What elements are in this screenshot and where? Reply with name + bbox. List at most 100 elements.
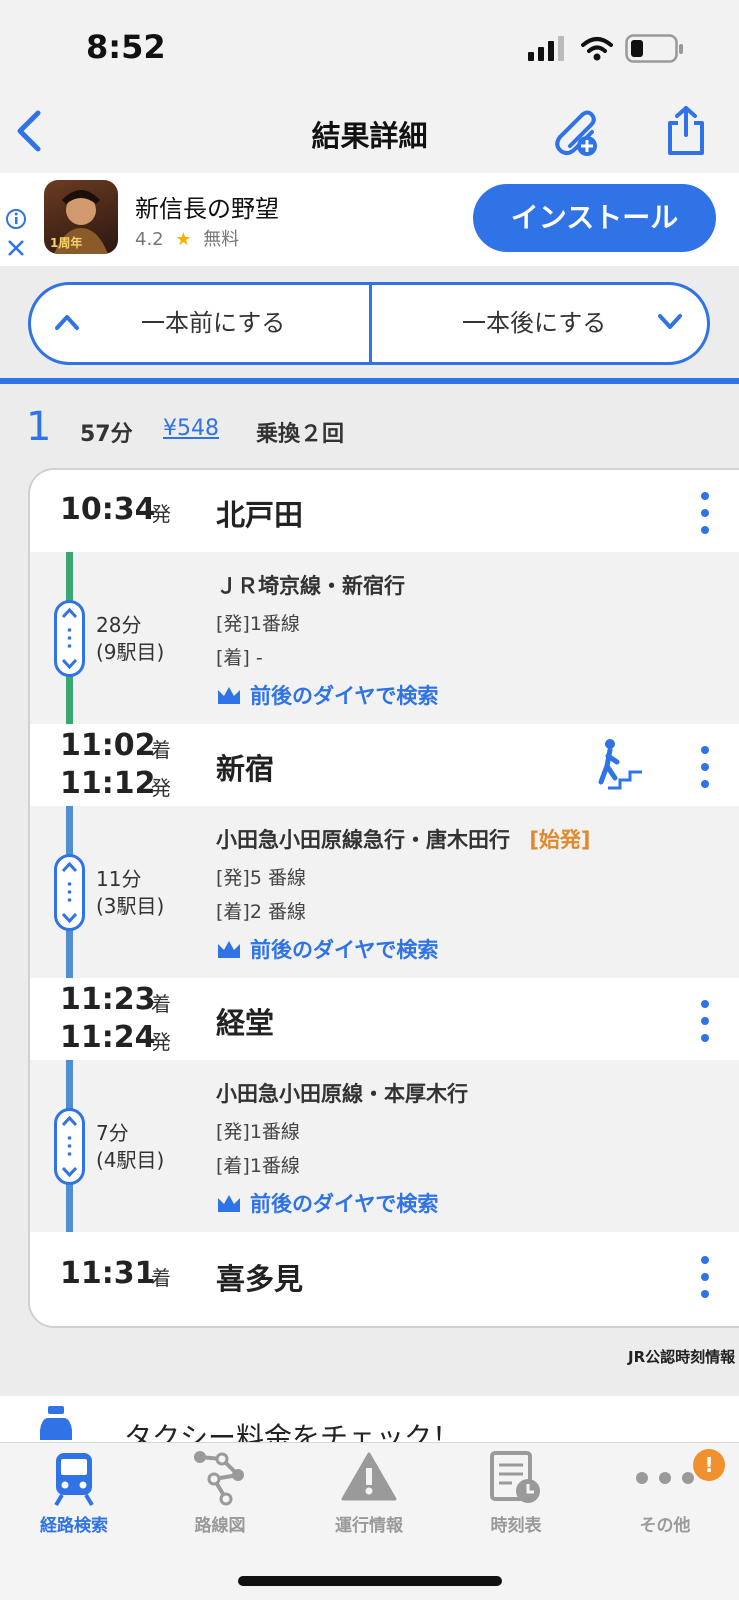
time-label: 発: [151, 776, 171, 800]
next-train-button[interactable]: 一本後にする: [372, 285, 711, 362]
ride-minutes: 11分: [96, 867, 142, 891]
train-switch-control: 一本前にする 一本後にする: [28, 282, 710, 365]
station-row: 11:31 着 喜多見: [30, 1232, 739, 1326]
signal-icon: [528, 36, 564, 61]
tab-more[interactable]: ! その他: [591, 1443, 739, 1553]
search-adjacent-link[interactable]: 前後のダイヤで検索: [216, 1188, 438, 1218]
route-number: 1: [26, 404, 52, 450]
status-time: 8:52: [86, 28, 166, 66]
ride-stops: (9駅目): [96, 640, 165, 664]
station-row: 11:23 着 11:24 発 経堂: [30, 978, 739, 1060]
line-name-text: 小田急小田原線急行・唐木田行: [216, 828, 510, 852]
depart-platform: [発]1番線: [216, 613, 300, 635]
warning-icon: [341, 1452, 397, 1501]
stops-expand-icon[interactable]: [54, 854, 85, 931]
route-card: 10:34 発 北戸田 28分 (9駅目) ＪＲ埼京線・新宿行 [発]1番線 […: [28, 468, 739, 1328]
search-adjacent-link[interactable]: 前後のダイヤで検索: [216, 680, 438, 710]
search-adjacent-link[interactable]: 前後のダイヤで検索: [216, 934, 438, 964]
station-name: 経堂: [216, 1006, 275, 1040]
more-options-icon[interactable]: [701, 1000, 709, 1051]
prev-train-label: 一本前にする: [141, 309, 286, 337]
time-label: 発: [151, 502, 171, 526]
first-train-tag: [始発]: [529, 828, 591, 852]
taxi-icon: [40, 1406, 72, 1440]
ride-minutes: 28分: [96, 613, 142, 637]
tab-label: 時刻表: [490, 1516, 542, 1536]
route-map-icon: [194, 1451, 244, 1506]
arrive-time: 11:02: [60, 728, 156, 763]
attach-clip-icon[interactable]: [548, 105, 602, 159]
stops-expand-icon[interactable]: [54, 600, 85, 677]
search-adjacent-label: 前後のダイヤで検索: [250, 1192, 439, 1216]
tab-route-search[interactable]: 経路検索: [0, 1443, 148, 1553]
star-icon: ★: [175, 229, 192, 250]
train-icon: [54, 1453, 94, 1507]
expand-arrows-icon: [61, 607, 78, 670]
timetable-icon: [490, 1451, 540, 1503]
close-icon[interactable]: [6, 238, 26, 258]
expand-arrows-icon: [61, 861, 78, 924]
line-segment: 7分 (4駅目) 小田急小田原線・本厚木行 [発]1番線 [着]1番線 前後のダ…: [30, 1060, 739, 1232]
ride-duration: 11分 (3駅目): [96, 866, 164, 920]
wifi-icon: [581, 37, 613, 61]
crown-icon: [218, 687, 240, 704]
line-name-text: ＪＲ埼京線・新宿行: [216, 574, 405, 598]
tab-timetable[interactable]: 時刻表: [442, 1443, 590, 1553]
stops-expand-icon[interactable]: [54, 1108, 85, 1185]
depart-time: 11:24: [60, 1020, 156, 1055]
depart-time: 10:34: [60, 492, 156, 527]
line-name: 小田急小田原線急行・唐木田行 [始発]: [216, 824, 591, 854]
status-bar: 8:52: [0, 0, 739, 95]
transfer-count: 乗換２回: [256, 422, 345, 447]
time-label: 着: [151, 992, 171, 1016]
time-label: 着: [151, 1266, 171, 1290]
prev-train-button[interactable]: 一本前にする: [31, 285, 370, 362]
station-row: 11:02 着 11:12 発 新宿: [30, 724, 739, 806]
search-adjacent-label: 前後のダイヤで検索: [250, 938, 439, 962]
jr-timetable-credit: JR公認時刻情報: [628, 1348, 736, 1366]
line-name: ＪＲ埼京線・新宿行: [216, 570, 405, 600]
more-options-icon[interactable]: [701, 492, 709, 543]
line-name: 小田急小田原線・本厚木行: [216, 1078, 468, 1108]
more-icon: [636, 1472, 694, 1484]
chevron-up-icon: [55, 315, 79, 330]
time-label: 発: [151, 1030, 171, 1054]
battery-icon: [625, 34, 683, 63]
station-row: 10:34 発 北戸田: [30, 470, 739, 552]
nav-bar: 結果詳細: [0, 95, 739, 173]
ride-duration: 7分 (4駅目): [96, 1120, 164, 1174]
tab-label: 路線図: [194, 1516, 246, 1536]
ride-duration: 28分 (9駅目): [96, 612, 164, 666]
notification-badge: !: [693, 1449, 725, 1481]
arrive-platform: [着]2 番線: [216, 901, 306, 923]
app-icon-badge: 1周年: [50, 236, 83, 250]
transfer-walk-icon[interactable]: [594, 738, 644, 792]
page-title: 結果詳細: [311, 119, 428, 153]
line-name-text: 小田急小田原線・本厚木行: [216, 1082, 468, 1106]
tab-service-info[interactable]: 運行情報: [295, 1443, 443, 1553]
ad-banner[interactable]: 1周年 新信長の野望 4.2 ★ 無料 インストール: [0, 173, 739, 266]
route-summary: 1 57分 ¥548 乗換２回: [0, 400, 739, 460]
tab-route-map[interactable]: 路線図: [146, 1443, 294, 1553]
tab-label: その他: [639, 1516, 691, 1536]
divider-line: [0, 378, 739, 384]
ride-minutes: 7分: [96, 1121, 129, 1145]
more-options-icon[interactable]: [701, 746, 709, 797]
search-adjacent-label: 前後のダイヤで検索: [250, 684, 439, 708]
ad-app-name: 新信長の野望: [135, 195, 279, 223]
station-name: 新宿: [216, 752, 275, 786]
fare-link[interactable]: ¥548: [163, 416, 219, 441]
depart-platform: [発]1番線: [216, 1121, 300, 1143]
tab-label: 運行情報: [335, 1516, 403, 1536]
total-duration: 57分: [80, 422, 133, 447]
next-train-label: 一本後にする: [462, 309, 607, 337]
share-icon[interactable]: [664, 105, 708, 157]
ad-rating-value: 4.2: [135, 229, 164, 250]
info-icon[interactable]: [5, 208, 27, 230]
more-options-icon[interactable]: [701, 1256, 709, 1307]
line-segment: 11分 (3駅目) 小田急小田原線急行・唐木田行 [始発] [発]5 番線 [着…: [30, 806, 739, 978]
app-icon[interactable]: 1周年: [44, 180, 118, 254]
station-name: 北戸田: [216, 498, 304, 532]
line-segment: 28分 (9駅目) ＪＲ埼京線・新宿行 [発]1番線 [着] - 前後のダイヤで…: [30, 552, 739, 724]
install-button[interactable]: インストール: [473, 184, 716, 252]
